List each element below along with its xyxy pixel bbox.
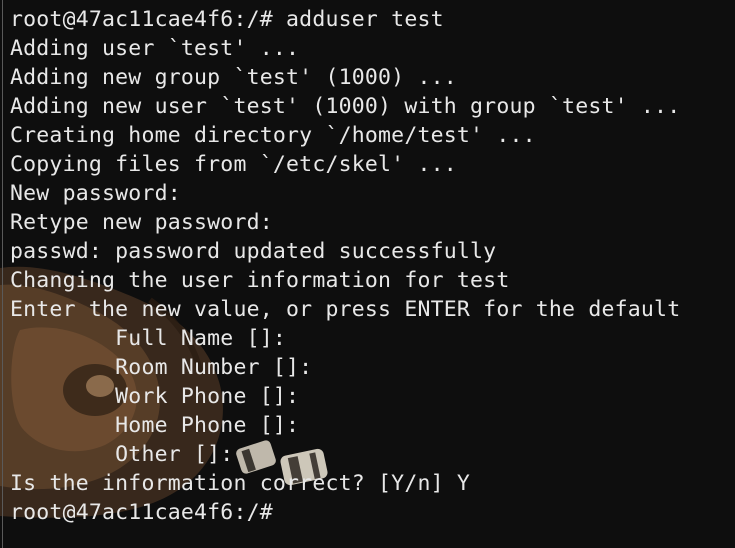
terminal-line: passwd: password updated successfully [10, 239, 497, 264]
terminal-line: Adding new group `test' (1000) ... [10, 65, 457, 90]
terminal-line-prompt-field: Full Name []: [10, 326, 287, 351]
terminal-line: Retype new password: [10, 210, 273, 235]
terminal-line: Enter the new value, or press ENTER for … [10, 297, 681, 322]
terminal-output: root@47ac11cae4f6:/# adduser test Adding… [10, 5, 680, 527]
terminal-line: Creating home directory `/home/test' ... [10, 123, 536, 148]
terminal-line: New password: [10, 181, 181, 206]
terminal-line-prompt-field: Work Phone []: [10, 384, 300, 409]
terminal-line: Adding new user `test' (1000) with group… [10, 94, 681, 119]
terminal-line-command: root@47ac11cae4f6:/# adduser test [10, 7, 444, 32]
terminal-line: Adding user `test' ... [10, 36, 300, 61]
terminal-line-prompt-field: Room Number []: [10, 355, 313, 380]
window-left-border [2, 0, 3, 548]
terminal-prompt-input[interactable]: root@47ac11cae4f6:/# [10, 498, 680, 527]
terminal-line: Copying files from `/etc/skel' ... [10, 152, 457, 177]
terminal-line-prompt-field: Home Phone []: [10, 413, 300, 438]
terminal-line-prompt-field: Other []: [10, 442, 234, 467]
terminal-line: Is the information correct? [Y/n] Y [10, 471, 471, 496]
terminal-line: Changing the user information for test [10, 268, 510, 293]
terminal-window[interactable]: root@47ac11cae4f6:/# adduser test Adding… [0, 0, 735, 548]
